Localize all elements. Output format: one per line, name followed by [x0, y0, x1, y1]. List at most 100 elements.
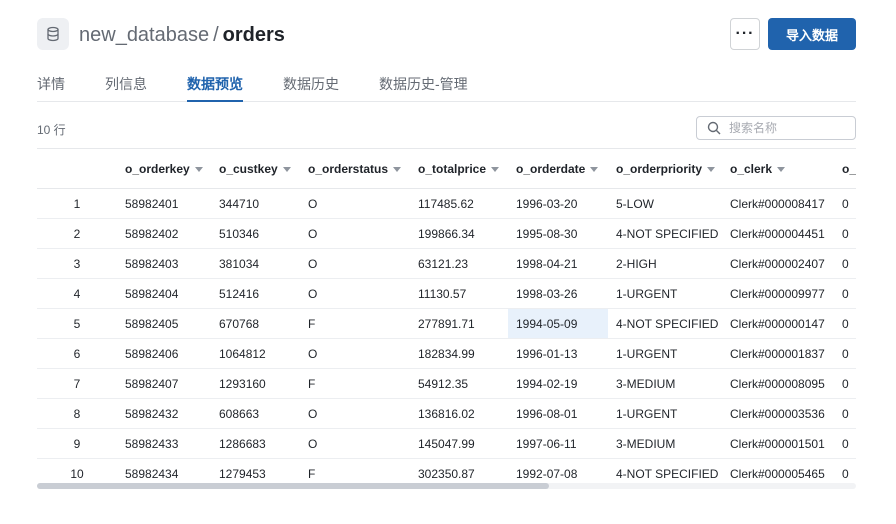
table-cell[interactable]: 512416: [211, 278, 300, 309]
table-row[interactable]: 8 58982432 608663 O 136816.02 1996-08-01 1-URG…: [37, 398, 856, 429]
table-cell[interactable]: 1-URGENT: [608, 338, 722, 369]
breadcrumb-database[interactable]: new_database: [79, 24, 209, 46]
sort-caret-icon[interactable]: [393, 166, 402, 172]
table-cell[interactable]: 1998-04-21: [508, 248, 608, 279]
table-cell[interactable]: 145047.99: [410, 428, 508, 459]
table-cell[interactable]: 54912.35: [410, 368, 508, 399]
table-row[interactable]: 1 58982401 344710 O 117485.62 1996-03-20 5-LOW…: [37, 188, 856, 219]
table-cell[interactable]: 4-NOT SPECIFIED: [608, 218, 722, 249]
table-cell[interactable]: 3-MEDIUM: [608, 428, 722, 459]
table-cell[interactable]: Clerk#000008417: [722, 188, 834, 219]
table-cell[interactable]: 58982405: [117, 308, 211, 339]
table-cell[interactable]: O: [300, 248, 410, 279]
table-cell[interactable]: 199866.34: [410, 218, 508, 249]
column-header[interactable]: o_orderkey: [117, 148, 211, 189]
column-header[interactable]: o_orderpriority: [608, 148, 722, 189]
horizontal-scrollbar[interactable]: [37, 483, 856, 489]
table-cell[interactable]: 136816.02: [410, 398, 508, 429]
table-cell[interactable]: 58982404: [117, 278, 211, 309]
table-cell[interactable]: 1-URGENT: [608, 398, 722, 429]
table-cell[interactable]: Clerk#000003536: [722, 398, 834, 429]
table-cell[interactable]: 381034: [211, 248, 300, 279]
table-cell[interactable]: 63121.23: [410, 248, 508, 279]
table-cell[interactable]: 3-MEDIUM: [608, 368, 722, 399]
table-cell[interactable]: 1994-05-09: [508, 308, 608, 339]
table-cell[interactable]: 1995-08-30: [508, 218, 608, 249]
sort-caret-icon[interactable]: [194, 166, 203, 172]
table-cell[interactable]: 1994-02-19: [508, 368, 608, 399]
table-cell[interactable]: O: [300, 218, 410, 249]
sort-caret-icon[interactable]: [777, 166, 786, 172]
sort-caret-icon[interactable]: [282, 166, 291, 172]
tab-data-preview[interactable]: 数据预览: [187, 74, 243, 94]
table-row[interactable]: 5 58982405 670768 F 277891.71 1994-05-09 4-NOT…: [37, 308, 856, 339]
table-cell[interactable]: 0: [834, 398, 856, 429]
table-cell[interactable]: O: [300, 278, 410, 309]
table-cell[interactable]: 0: [834, 368, 856, 399]
scrollbar-thumb[interactable]: [37, 483, 549, 489]
column-header[interactable]: o_: [834, 148, 856, 189]
table-cell[interactable]: F: [300, 308, 410, 339]
table-cell[interactable]: 58982433: [117, 428, 211, 459]
table-cell[interactable]: 277891.71: [410, 308, 508, 339]
more-options-button[interactable]: ···: [730, 18, 760, 50]
table-cell[interactable]: Clerk#000002407: [722, 248, 834, 279]
search-box[interactable]: [696, 116, 856, 140]
table-cell[interactable]: Clerk#000001501: [722, 428, 834, 459]
table-cell[interactable]: Clerk#000008095: [722, 368, 834, 399]
import-data-button[interactable]: 导入数据: [768, 18, 856, 50]
table-cell[interactable]: 0: [834, 278, 856, 309]
table-cell[interactable]: 0: [834, 218, 856, 249]
table-cell[interactable]: Clerk#000001837: [722, 338, 834, 369]
table-row[interactable]: 7 58982407 1293160 F 54912.35 1994-02-19 3-MED…: [37, 368, 856, 399]
table-cell[interactable]: 344710: [211, 188, 300, 219]
sort-caret-icon[interactable]: [590, 166, 599, 172]
column-header[interactable]: o_orderdate: [508, 148, 608, 189]
table-cell[interactable]: 0: [834, 188, 856, 219]
table-cell[interactable]: 58982406: [117, 338, 211, 369]
table-cell[interactable]: 1293160: [211, 368, 300, 399]
table-cell[interactable]: 4-NOT SPECIFIED: [608, 308, 722, 339]
table-cell[interactable]: 1064812: [211, 338, 300, 369]
table-cell[interactable]: 58982403: [117, 248, 211, 279]
table-cell[interactable]: 1996-03-20: [508, 188, 608, 219]
table-cell[interactable]: 182834.99: [410, 338, 508, 369]
table-row[interactable]: 3 58982403 381034 O 63121.23 1998-04-21 2-HIGH…: [37, 248, 856, 279]
table-cell[interactable]: 58982402: [117, 218, 211, 249]
table-cell[interactable]: 0: [834, 248, 856, 279]
tab-data-history[interactable]: 数据历史: [283, 74, 339, 94]
table-cell[interactable]: 117485.62: [410, 188, 508, 219]
table-cell[interactable]: 0: [834, 428, 856, 459]
table-cell[interactable]: 0: [834, 338, 856, 369]
table-row[interactable]: 6 58982406 1064812 O 182834.99 1996-01-13 1-UR…: [37, 338, 856, 369]
table-row[interactable]: 2 58982402 510346 O 199866.34 1995-08-30 4-NOT…: [37, 218, 856, 249]
tab-columns[interactable]: 列信息: [105, 74, 147, 94]
table-cell[interactable]: 1997-06-11: [508, 428, 608, 459]
table-cell[interactable]: 58982432: [117, 398, 211, 429]
table-cell[interactable]: O: [300, 188, 410, 219]
column-header[interactable]: o_totalprice: [410, 148, 508, 189]
table-cell[interactable]: 510346: [211, 218, 300, 249]
tab-data-history-manage[interactable]: 数据历史-管理: [379, 74, 468, 94]
sort-caret-icon[interactable]: [491, 166, 500, 172]
table-cell[interactable]: 1998-03-26: [508, 278, 608, 309]
table-cell[interactable]: 5-LOW: [608, 188, 722, 219]
table-cell[interactable]: 11130.57: [410, 278, 508, 309]
sort-caret-icon[interactable]: [707, 166, 716, 172]
table-cell[interactable]: 1-URGENT: [608, 278, 722, 309]
table-cell[interactable]: O: [300, 398, 410, 429]
table-cell[interactable]: 2-HIGH: [608, 248, 722, 279]
table-cell[interactable]: 1286683: [211, 428, 300, 459]
tab-details[interactable]: 详情: [37, 74, 65, 94]
table-cell[interactable]: Clerk#000000147: [722, 308, 834, 339]
column-header[interactable]: o_orderstatus: [300, 148, 410, 189]
column-header[interactable]: o_clerk: [722, 148, 834, 189]
table-cell[interactable]: 58982401: [117, 188, 211, 219]
table-cell[interactable]: 1996-01-13: [508, 338, 608, 369]
table-cell[interactable]: Clerk#000004451: [722, 218, 834, 249]
table-cell[interactable]: F: [300, 368, 410, 399]
table-cell[interactable]: 608663: [211, 398, 300, 429]
table-cell[interactable]: 670768: [211, 308, 300, 339]
table-cell[interactable]: 1996-08-01: [508, 398, 608, 429]
table-cell[interactable]: 0: [834, 308, 856, 339]
